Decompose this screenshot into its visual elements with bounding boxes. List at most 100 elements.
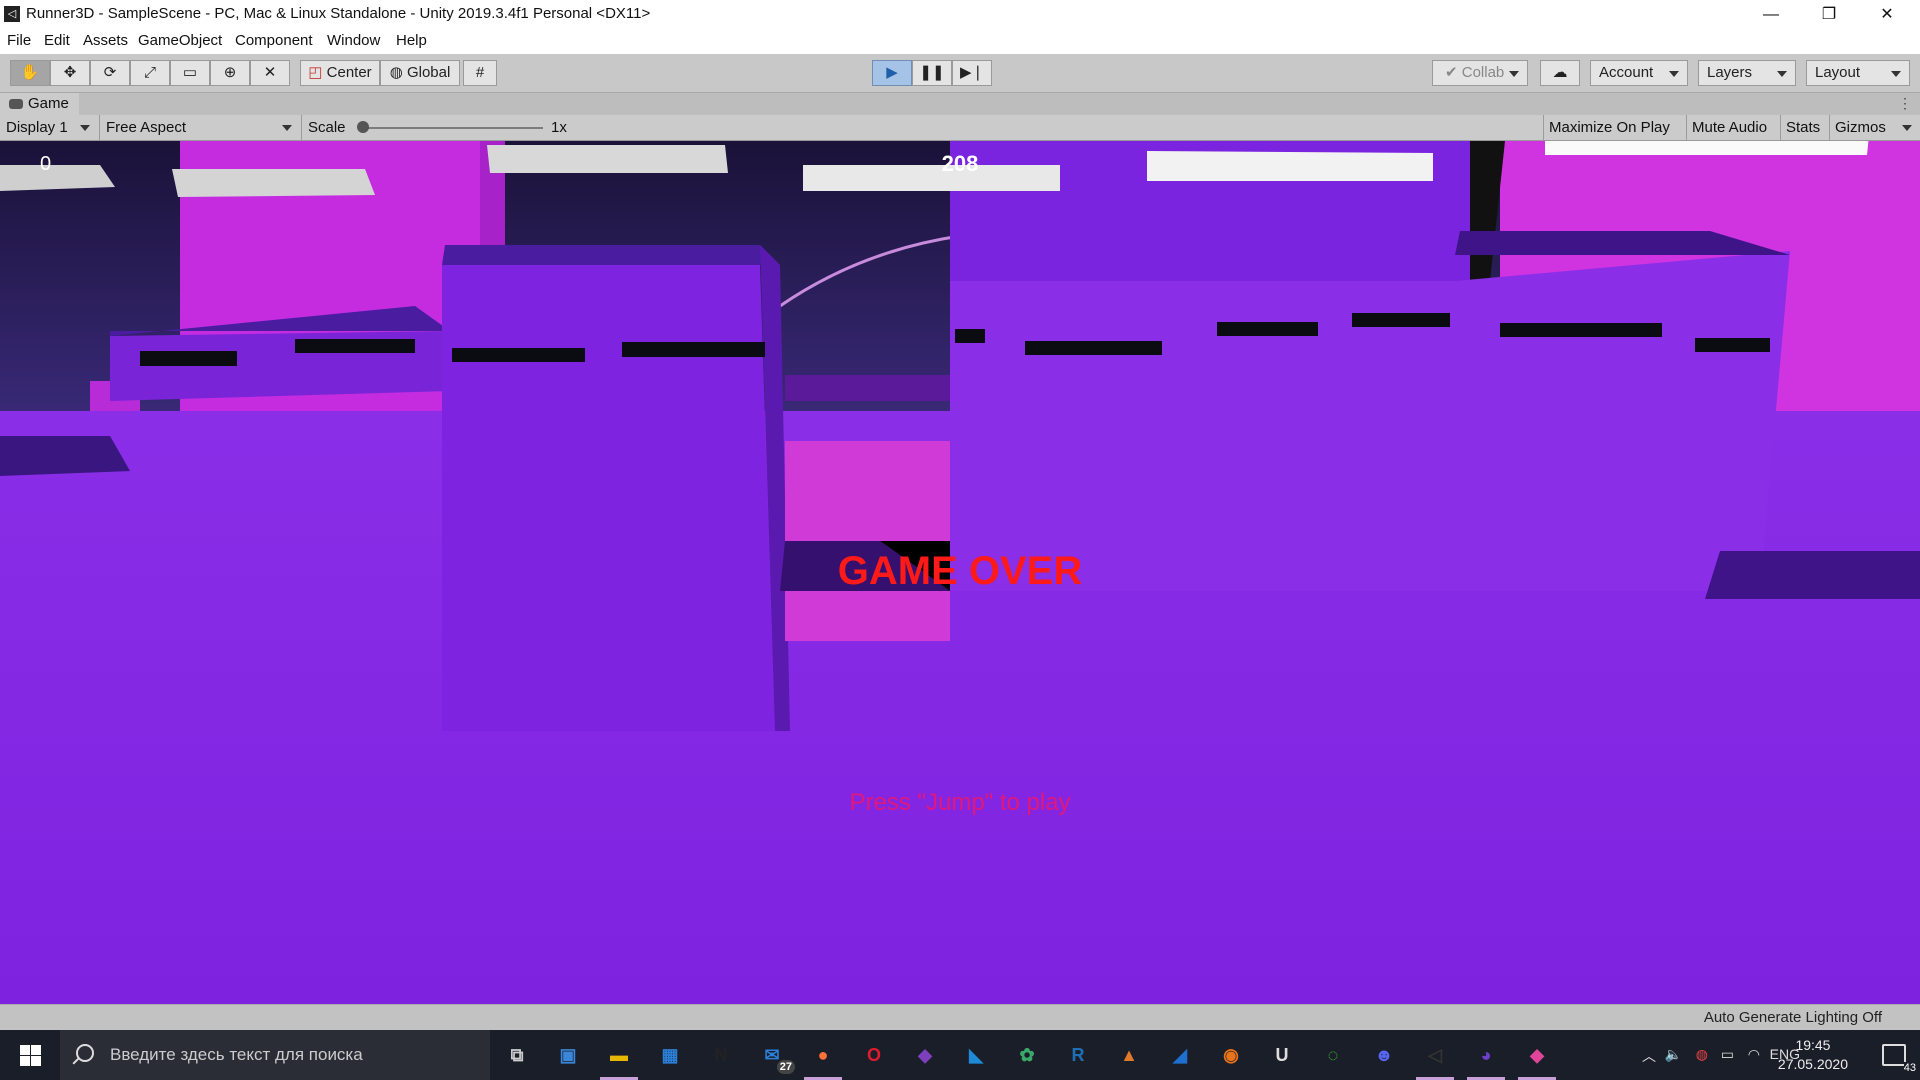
- pivot-icon: ◰: [308, 64, 323, 81]
- gizmos-dropdown[interactable]: Gizmos: [1830, 115, 1920, 140]
- layout-label: Layout: [1815, 64, 1861, 81]
- windows-start-icon[interactable]: [0, 1030, 60, 1080]
- menu-help[interactable]: Help: [396, 32, 427, 49]
- custom-tool-icon[interactable]: ✕: [250, 60, 290, 86]
- notification-count: 43: [1903, 1062, 1916, 1074]
- rider-icon[interactable]: R: [1063, 1040, 1093, 1070]
- clock-date: 27.05.2020: [1777, 1056, 1848, 1072]
- pause-icon[interactable]: ❚❚: [912, 60, 952, 86]
- mail-icon[interactable]: ✉ 27: [757, 1040, 795, 1074]
- menu-file[interactable]: File: [7, 32, 31, 49]
- opera-icon[interactable]: O: [859, 1040, 889, 1070]
- wifi-icon[interactable]: ◠: [1748, 1046, 1760, 1063]
- hand-icon[interactable]: ✋: [10, 60, 50, 86]
- chevron-up-icon[interactable]: ︿: [1642, 1046, 1656, 1066]
- taskbar-search-input[interactable]: Введите здесь текст для поиска: [60, 1030, 490, 1080]
- layout-dropdown[interactable]: Layout: [1806, 60, 1910, 86]
- blender-icon[interactable]: ◉: [1216, 1040, 1246, 1070]
- file-explorer-icon[interactable]: ▬: [600, 1040, 638, 1080]
- account-label: Account: [1599, 64, 1654, 81]
- mute-audio-toggle[interactable]: Mute Audio: [1692, 115, 1767, 140]
- status-bar: Auto Generate Lighting Off: [0, 1004, 1920, 1031]
- notification-icon[interactable]: 43: [1882, 1044, 1916, 1074]
- rect-icon[interactable]: ▭: [170, 60, 210, 86]
- game-viewport[interactable]: 0 208 GAME OVER Press "Jump" to play: [0, 141, 1920, 1004]
- close-icon[interactable]: ✕: [1858, 0, 1916, 29]
- battery-icon[interactable]: ▭: [1721, 1046, 1734, 1063]
- divider: [1780, 115, 1781, 140]
- grid-snap-icon[interactable]: #: [463, 60, 497, 86]
- mail-badge: 27: [776, 1060, 795, 1074]
- step-icon[interactable]: ▶❘: [952, 60, 992, 86]
- logo-pane: [20, 1056, 30, 1066]
- divider: [301, 115, 302, 140]
- block-face: [442, 265, 775, 731]
- block-face: [950, 251, 1790, 591]
- menu-window[interactable]: Window: [327, 32, 380, 49]
- play-icon[interactable]: ▶: [872, 60, 912, 86]
- search-placeholder: Введите здесь текст для поиска: [110, 1045, 363, 1064]
- shark-app-icon[interactable]: ◢: [1165, 1040, 1195, 1070]
- menu-edit[interactable]: Edit: [44, 32, 70, 49]
- white-platform: [0, 165, 115, 191]
- pivot-mode-button[interactable]: ◰ Center: [300, 60, 380, 86]
- layers-dropdown[interactable]: Layers: [1698, 60, 1796, 86]
- block-ledge: [1705, 551, 1920, 599]
- rotate-icon[interactable]: ⟳: [90, 60, 130, 86]
- vscode-icon[interactable]: ◣: [961, 1040, 991, 1070]
- menu-bar: File Edit Assets GameObject Component Wi…: [0, 29, 1920, 54]
- white-platform: [1545, 141, 1869, 155]
- collab-label: Collab: [1461, 64, 1505, 81]
- task-view-icon[interactable]: ⧉: [502, 1040, 532, 1070]
- cloud-icon[interactable]: ☁: [1540, 60, 1580, 86]
- divider: [1543, 115, 1544, 140]
- logo-pane: [31, 1056, 41, 1066]
- space-label: Global: [406, 64, 451, 81]
- unreal-icon[interactable]: U: [1267, 1040, 1297, 1070]
- main-toolbar: ✋ ✥ ⟳ ⤢ ▭ ⊕ ✕ ◰ Center ◍ Global # ▶ ❚❚ ▶…: [0, 54, 1920, 93]
- paint-drop-icon[interactable]: ◆: [1518, 1040, 1556, 1080]
- display-label: Display 1: [6, 119, 68, 136]
- unity-icon[interactable]: ◁: [1416, 1040, 1454, 1080]
- volume-icon[interactable]: 🔈: [1665, 1046, 1682, 1063]
- score-counter: 208: [941, 151, 979, 176]
- discord-icon[interactable]: ☻: [1369, 1040, 1399, 1070]
- account-dropdown[interactable]: Account: [1590, 60, 1688, 86]
- maximize-on-play-toggle[interactable]: Maximize On Play: [1549, 115, 1670, 140]
- logo-pane: [31, 1045, 41, 1055]
- notion-icon[interactable]: N: [706, 1040, 736, 1070]
- minimize-icon[interactable]: —: [1742, 0, 1800, 29]
- aspect-dropdown[interactable]: Free Aspect: [100, 115, 300, 140]
- pivot-rotation-button[interactable]: ◍ Global: [380, 60, 460, 86]
- github-icon[interactable]: ◕: [1467, 1040, 1505, 1080]
- transform-icon[interactable]: ⊕: [210, 60, 250, 86]
- contacts-app-icon[interactable]: ▣: [553, 1040, 583, 1070]
- store-icon[interactable]: ▦: [655, 1040, 685, 1070]
- matlab-icon[interactable]: ▲: [1114, 1040, 1144, 1070]
- security-icon[interactable]: ◍: [1696, 1046, 1708, 1063]
- kebab-menu-icon[interactable]: ⋮: [1898, 95, 1912, 112]
- tab-game[interactable]: Game: [0, 93, 79, 115]
- collab-button[interactable]: ✔ Collab: [1432, 60, 1528, 86]
- stats-toggle[interactable]: Stats: [1786, 115, 1820, 140]
- chrome-like-icon[interactable]: ✿: [1012, 1040, 1042, 1070]
- menu-component[interactable]: Component: [235, 32, 313, 49]
- pivot-label: Center: [326, 64, 372, 81]
- scale-slider-track[interactable]: [363, 127, 543, 129]
- firefox-icon[interactable]: ●: [804, 1040, 842, 1080]
- move-icon[interactable]: ✥: [50, 60, 90, 86]
- press-jump-prompt: Press "Jump" to play: [849, 789, 1071, 816]
- score-left: 0: [40, 153, 52, 175]
- clock[interactable]: 19:45 27.05.2020: [1778, 1036, 1848, 1074]
- scale-slider-knob[interactable]: [357, 121, 369, 133]
- visual-studio-icon[interactable]: ◆: [910, 1040, 940, 1070]
- razer-icon[interactable]: ◌: [1318, 1040, 1348, 1070]
- menu-gameobject[interactable]: GameObject: [138, 32, 222, 49]
- globe-icon: ◍: [389, 64, 403, 81]
- layers-label: Layers: [1707, 64, 1753, 81]
- display-dropdown[interactable]: Display 1: [0, 115, 98, 140]
- scale-icon[interactable]: ⤢: [130, 60, 170, 86]
- restore-icon[interactable]: ❐: [1800, 0, 1858, 29]
- menu-assets[interactable]: Assets: [83, 32, 128, 49]
- lighting-status: Auto Generate Lighting Off: [1703, 1009, 1882, 1026]
